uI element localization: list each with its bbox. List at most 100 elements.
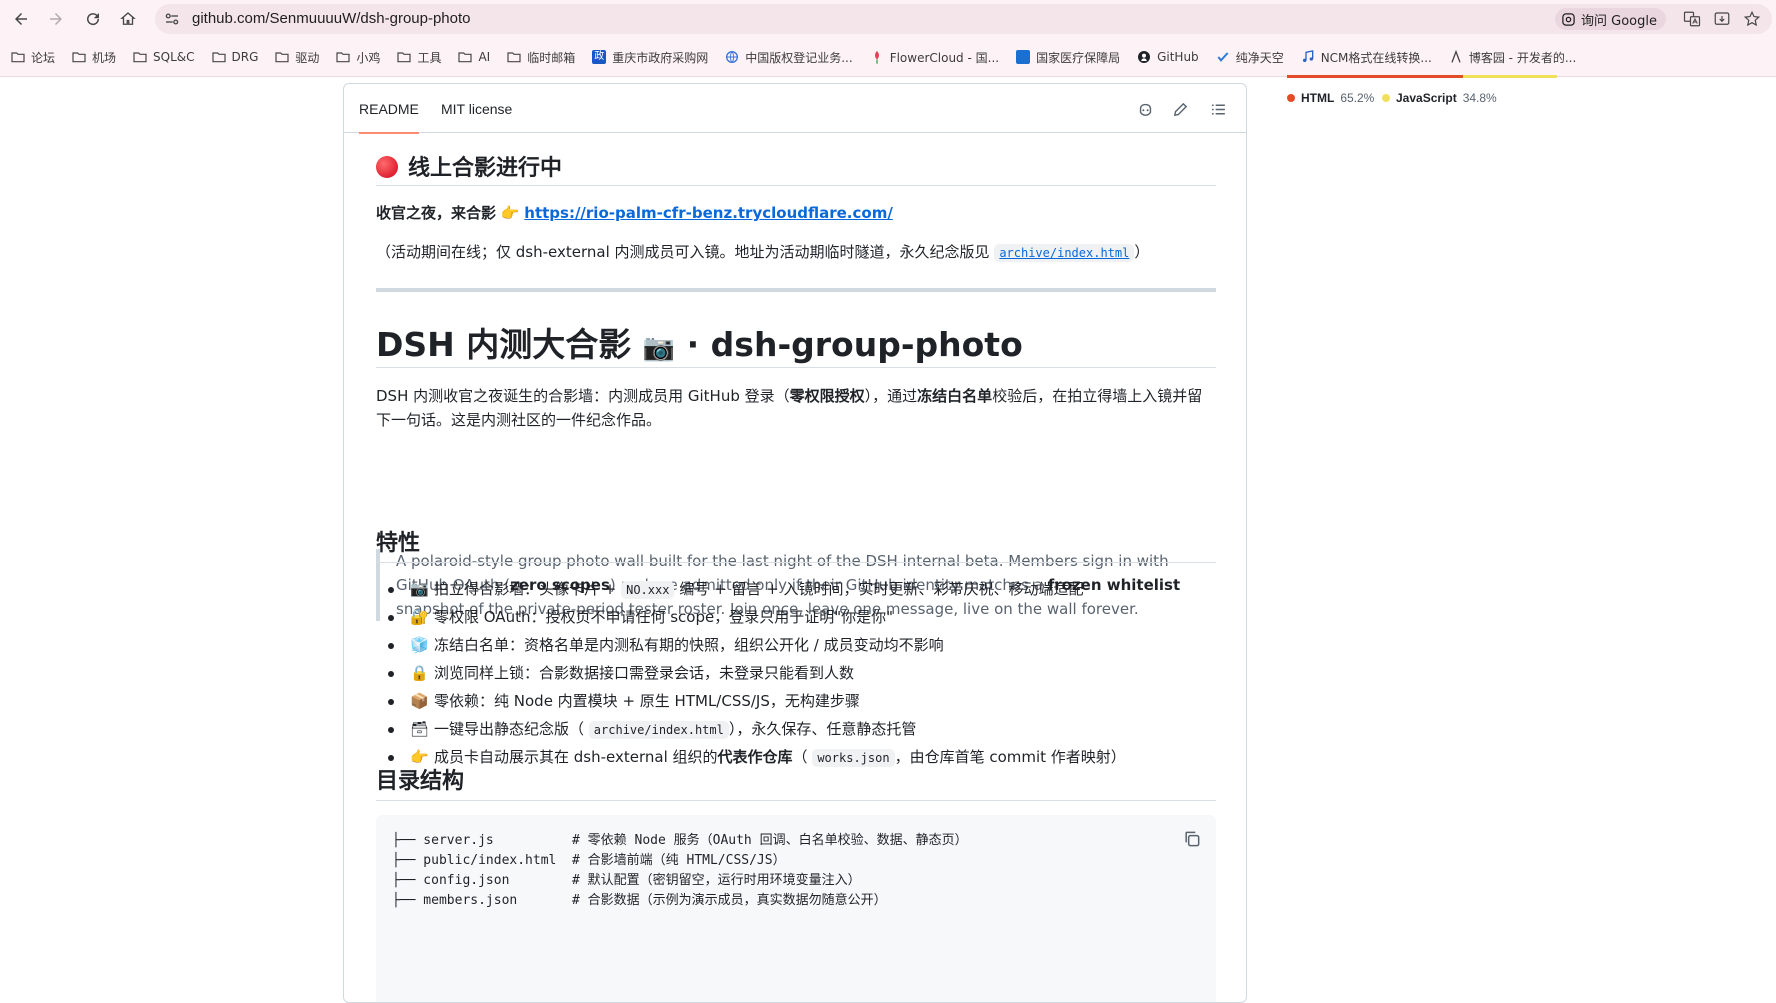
copilot-icon [1139,103,1151,116]
feature-text-2: （ [792,748,808,766]
bookmark-item[interactable]: 论坛 [10,49,55,66]
bookmark-item[interactable]: 临时邮箱 [506,49,575,66]
tree-rule [376,800,1216,801]
live-note-close: ） [1134,243,1150,261]
live-note: （活动期间在线；仅 dsh-external 内测成员可入镜。地址为活动期临时隧… [376,240,1216,265]
readme-panel: README MIT license 线上合影进行中 收官之夜，来合影 👉 ht… [343,83,1247,1003]
bookmark-item[interactable]: 工具 [396,49,441,66]
feature-text: 浏览同样上锁：合影数据接口需登录会话，未登录只能看到人数 [434,664,855,682]
bookmark-item[interactable]: 驱动 [274,49,319,66]
bookmark-item[interactable]: 小鸡 [335,49,380,66]
address-bar-row: github.com/SenmuuuuW/dsh-group-photo 询问 … [0,0,1776,38]
feature-item: 👉 成员卡自动展示其在 dsh-external 组织的代表作仓库（ works.… [376,743,1216,771]
language-bar-segment [1463,75,1557,78]
feature-emoji-icon: 🧊 [410,636,429,654]
tab-readme[interactable]: README [359,84,419,134]
check-icon [1215,49,1231,65]
feature-item: 🧊 冻结白名单：资格名单是内测私有期的快照，组织公开化 / 成员变动均不影响 [376,631,1216,659]
globe-icon [724,49,740,65]
live-heading-text: 线上合影进行中 [408,156,563,181]
omnibox[interactable]: github.com/SenmuuuuW/dsh-group-photo 询问 … [155,4,1772,34]
forward-button[interactable] [42,5,70,33]
code-line: ├── public/index.html # 合影墙前端（纯 HTML/CSS… [392,853,786,868]
feature-emoji-icon: 🔐 [410,608,429,626]
bookmark-label: AI [478,50,491,64]
bookmark-label: 重庆市政府采购网 [612,50,709,65]
home-button[interactable] [114,5,142,33]
url-path: /SenmuuuuW/dsh-group-photo [265,10,471,27]
language-name: HTML [1301,91,1335,105]
feature-item: 📦 零依赖：纯 Node 内置模块 + 原生 HTML/CSS/JS，无构建步骤 [376,687,1216,715]
bookmark-item[interactable]: 博客园 - 开发者的... [1448,49,1576,66]
language-name: JavaScript [1396,91,1457,105]
folder-icon [335,49,351,65]
translate-icon [1683,11,1701,27]
bookmark-item[interactable]: FlowerCloud - 国... [869,49,999,66]
feature-item: 🔒 浏览同样上锁：合影数据接口需登录会话，未登录只能看到人数 [376,659,1216,687]
bookmark-label: NCM格式在线转换... [1320,50,1432,65]
copy-icon[interactable] [1182,829,1202,849]
bookmark-label: DRG [231,50,259,64]
arrow-left-icon [15,13,27,25]
language-item[interactable]: JavaScript 34.8% [1382,91,1497,105]
bookmark-item[interactable]: GitHub [1136,49,1199,65]
edit-file-button[interactable] [1169,98,1191,120]
folder-icon [132,49,148,65]
bookmark-item[interactable]: 国家医疗保障局 [1015,49,1120,66]
bookmark-star-button[interactable] [1742,9,1762,29]
feature-text: 零依赖：纯 Node 内置模块 + 原生 HTML/CSS/JS，无构建步骤 [434,692,860,710]
pointing-hand-icon: 👉 [500,204,520,222]
bookmark-item[interactable]: SQL&C [132,49,195,65]
copilot-button[interactable] [1134,98,1156,120]
ask-google-button[interactable]: 询问 Google [1555,8,1666,30]
bookmark-label: 纯净天空 [1235,50,1284,65]
bookmark-item[interactable]: AI [457,49,490,65]
url-text[interactable]: github.com/SenmuuuuW/dsh-group-photo [192,10,471,27]
github-icon [1136,49,1152,65]
archive-link[interactable]: archive/index.html [994,244,1135,262]
bookmark-item[interactable]: 机场 [71,49,116,66]
feature-emoji-icon: 📦 [410,692,429,710]
medical-icon [1015,49,1031,65]
features-rule [376,562,1216,563]
translate-button[interactable] [1682,9,1702,29]
bookmark-label: 中国版权登记业务... [745,50,853,65]
live-url-link[interactable]: https://rio-palm-cfr-benz.trycloudflare.… [524,204,893,222]
intro-text-1: DSH 内测收官之夜诞生的合影墙：内测成员用 GitHub 登录（ [376,387,790,405]
live-paragraph: 收官之夜，来合影 👉 https://rio-palm-cfr-benz.try… [376,201,1216,225]
bookmark-item[interactable]: 纯净天空 [1215,49,1284,66]
code-line: ├── members.json # 合影数据（示例为演示成员，真实数据勿随意公… [392,893,887,908]
blog-icon [1448,49,1464,65]
intro-bold-1: 零权限授权 [789,387,865,405]
bookmark-item[interactable]: 政重庆市政府采购网 [591,49,708,66]
bookmark-label: 国家医疗保障局 [1036,50,1121,65]
flower-icon [869,49,885,65]
language-bar-segment [1287,75,1464,78]
language-bar [1287,75,1557,78]
language-item[interactable]: HTML 65.2% [1287,91,1374,105]
feature-emoji-icon: 🗃 [410,720,430,738]
live-note-text: （活动期间在线；仅 dsh-external 内测成员可入镜。地址为活动期临时隧… [376,243,990,261]
install-app-button[interactable] [1712,9,1732,29]
features-heading: 特性 [376,531,421,556]
red-circle-icon [376,156,398,178]
bookmark-label: 博客园 - 开发者的... [1468,50,1577,65]
back-button[interactable] [7,5,35,33]
bookmark-label: SQL&C [153,50,195,64]
site-info-icon[interactable] [163,10,181,28]
folder-icon [506,49,522,65]
feature-emoji-icon: 🔒 [410,664,429,682]
outline-button[interactable] [1207,98,1229,120]
code-line: ├── config.json # 默认配置（密钥留空，运行时用环境变量注入） [392,873,861,888]
bookmark-item[interactable]: DRG [211,49,259,65]
title-repo: · dsh-group-photo [686,325,1023,364]
language-dot-icon [1287,94,1295,102]
gov-icon: 政 [592,50,607,64]
feature-emoji-icon: 📷 [410,580,429,598]
reload-button[interactable] [79,5,107,33]
bookmark-item[interactable]: NCM格式在线转换... [1300,49,1432,66]
bookmark-item[interactable]: 中国版权登记业务... [724,49,853,66]
feature-text: 零权限 OAuth：授权页不申请任何 scope，登录只用于证明"你是你" [434,608,894,626]
code-line: ├── server.js # 零依赖 Node 服务（OAuth 回调、白名单… [392,833,968,848]
tab-mit-license[interactable]: MIT license [441,84,512,133]
